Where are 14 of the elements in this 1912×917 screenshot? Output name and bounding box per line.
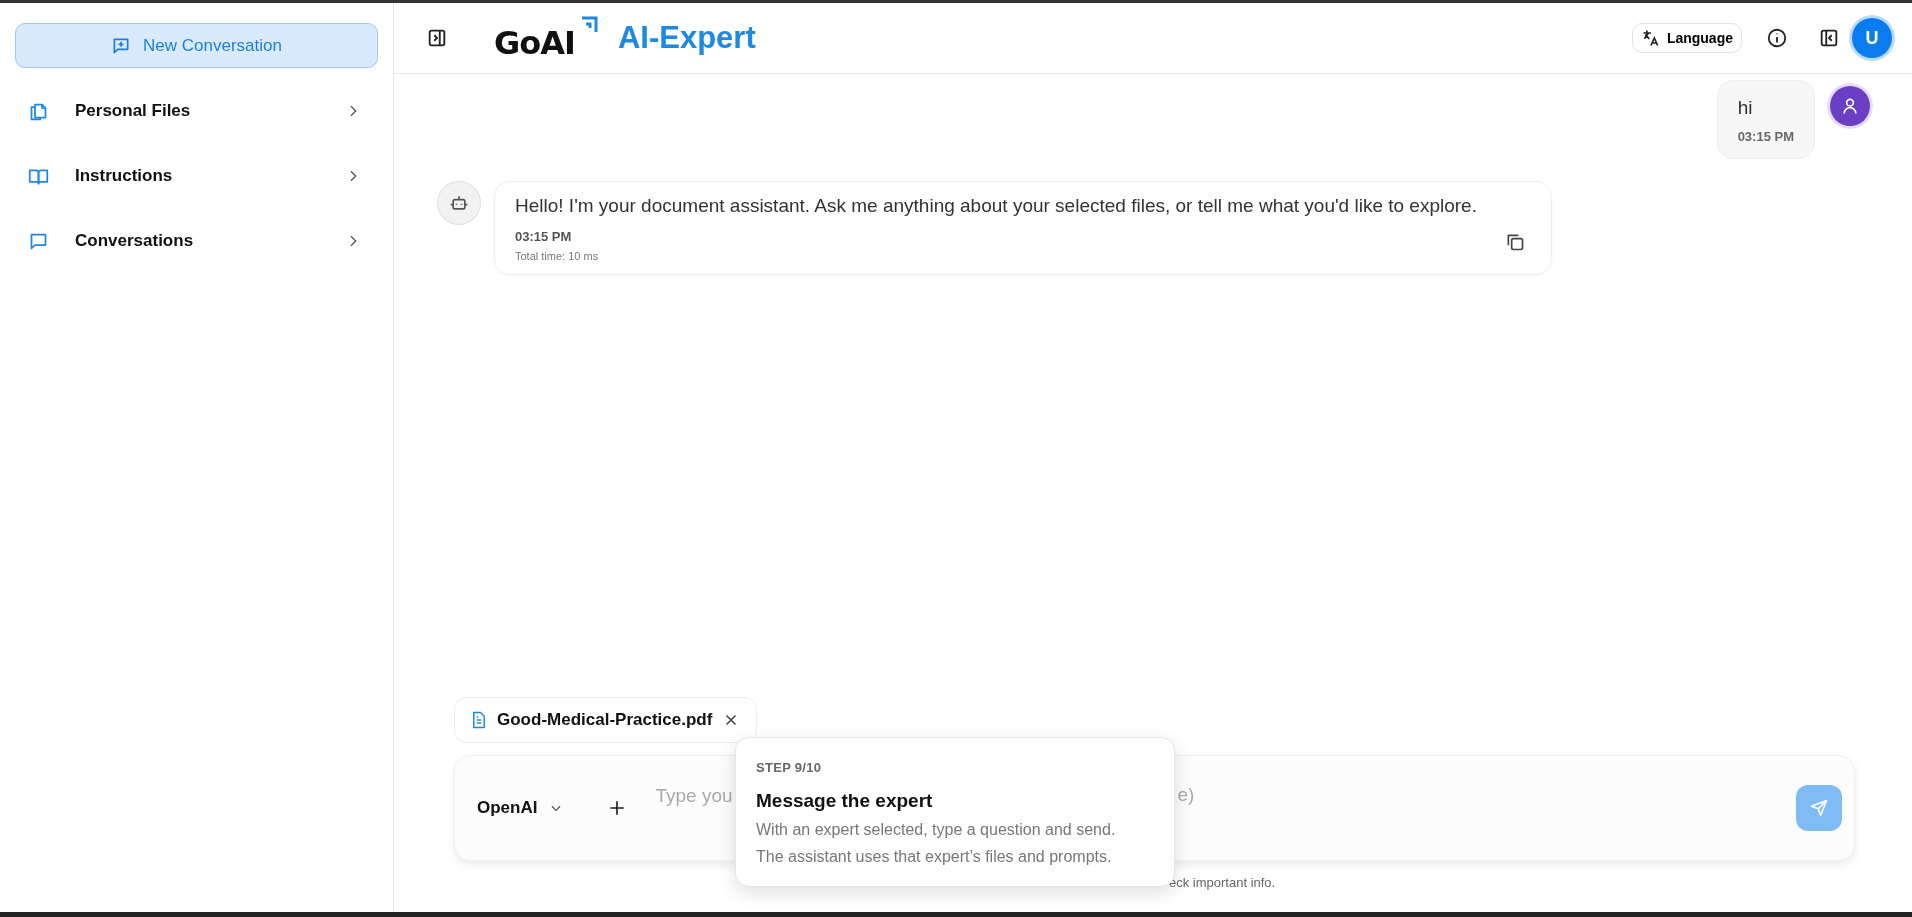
placeholder-text: e) xyxy=(1177,784,1195,806)
tour-text: With an expert selected, type a question and send. xyxy=(756,821,1117,839)
tour-text: The assistant uses that expert’s files and prompts. xyxy=(756,848,1113,866)
message-text: hi xyxy=(1737,97,1754,119)
tour-title: Message the expert xyxy=(756,790,934,812)
logo-text: GoAI xyxy=(494,24,575,62)
message-text: Hello! I'm your document assistant. Ask me anything about your selected files, or tell me what you'd like to explore. xyxy=(515,195,1478,217)
response-time: Total time: 10 ms xyxy=(515,250,599,262)
step-counter: STEP 9/10 xyxy=(756,760,823,775)
message-time: 03:15 PM xyxy=(1737,129,1794,144)
file-name: Good-Medical-Practice.pdf xyxy=(497,710,713,730)
app-title: AI-Expert xyxy=(617,20,756,56)
message-time: 03:15 PM xyxy=(515,229,572,244)
disclaimer-text: eck important info. xyxy=(1168,874,1277,890)
